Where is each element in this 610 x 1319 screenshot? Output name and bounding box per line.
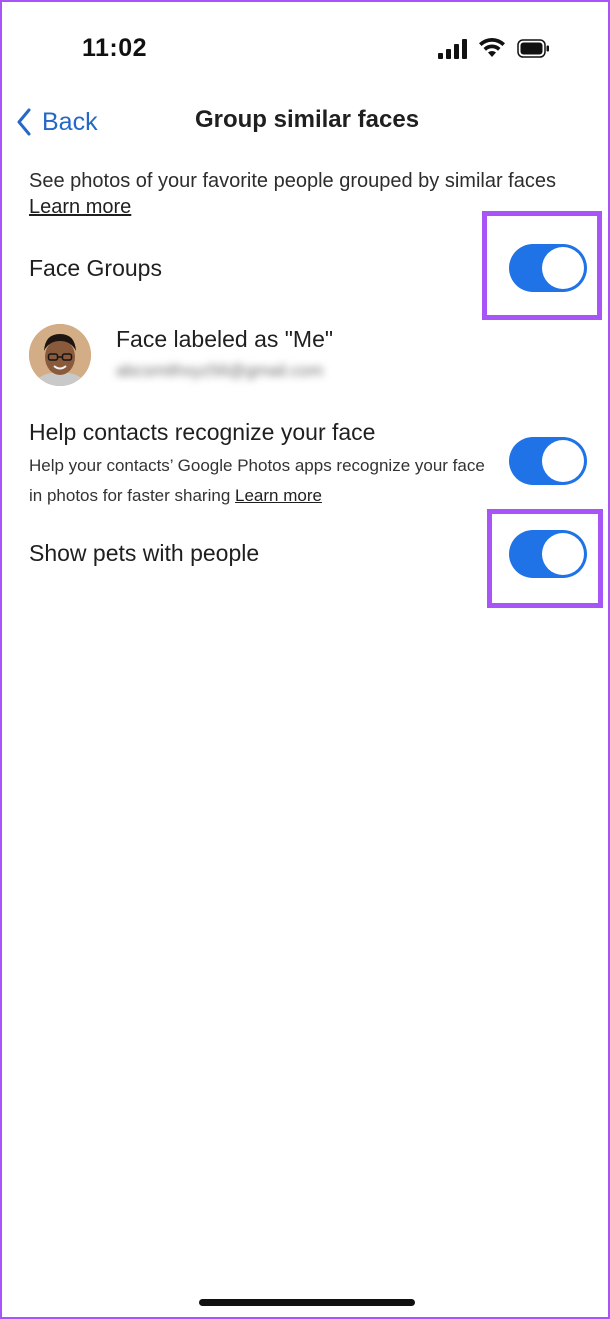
email-blurred: abcsmithxyz56@gmail.com <box>116 361 324 380</box>
toggle-knob <box>542 533 584 575</box>
status-time: 11:02 <box>82 34 148 62</box>
avatar-face-image <box>29 324 91 386</box>
help-learn-more-link[interactable]: Learn more <box>235 486 322 505</box>
show-pets-label: Show pets with people <box>29 540 260 566</box>
page-title: Group similar faces <box>194 106 420 133</box>
face-groups-label: Face Groups <box>29 255 162 281</box>
face-groups-toggle[interactable] <box>509 244 587 292</box>
wifi-icon <box>479 37 505 57</box>
cellular-signal-icon <box>438 39 468 59</box>
screen-frame: 11:02 Back Group similar faces See photo… <box>0 0 610 1319</box>
battery-icon <box>517 39 549 58</box>
avatar <box>29 324 91 386</box>
help-contacts-subtext: Help your contacts’ Google Photos apps r… <box>29 451 489 511</box>
help-contacts-toggle[interactable] <box>509 437 587 485</box>
help-contacts-label: Help contacts recognize your face <box>29 419 376 445</box>
home-indicator <box>199 1299 415 1306</box>
learn-more-link[interactable]: Learn more <box>29 196 131 218</box>
face-labeled-label: Face labeled as "Me" <box>116 326 334 352</box>
description-text: See photos of your favorite people group… <box>29 170 556 192</box>
toggle-knob <box>542 440 584 482</box>
toggle-knob <box>542 247 584 289</box>
show-pets-toggle[interactable] <box>509 530 587 578</box>
